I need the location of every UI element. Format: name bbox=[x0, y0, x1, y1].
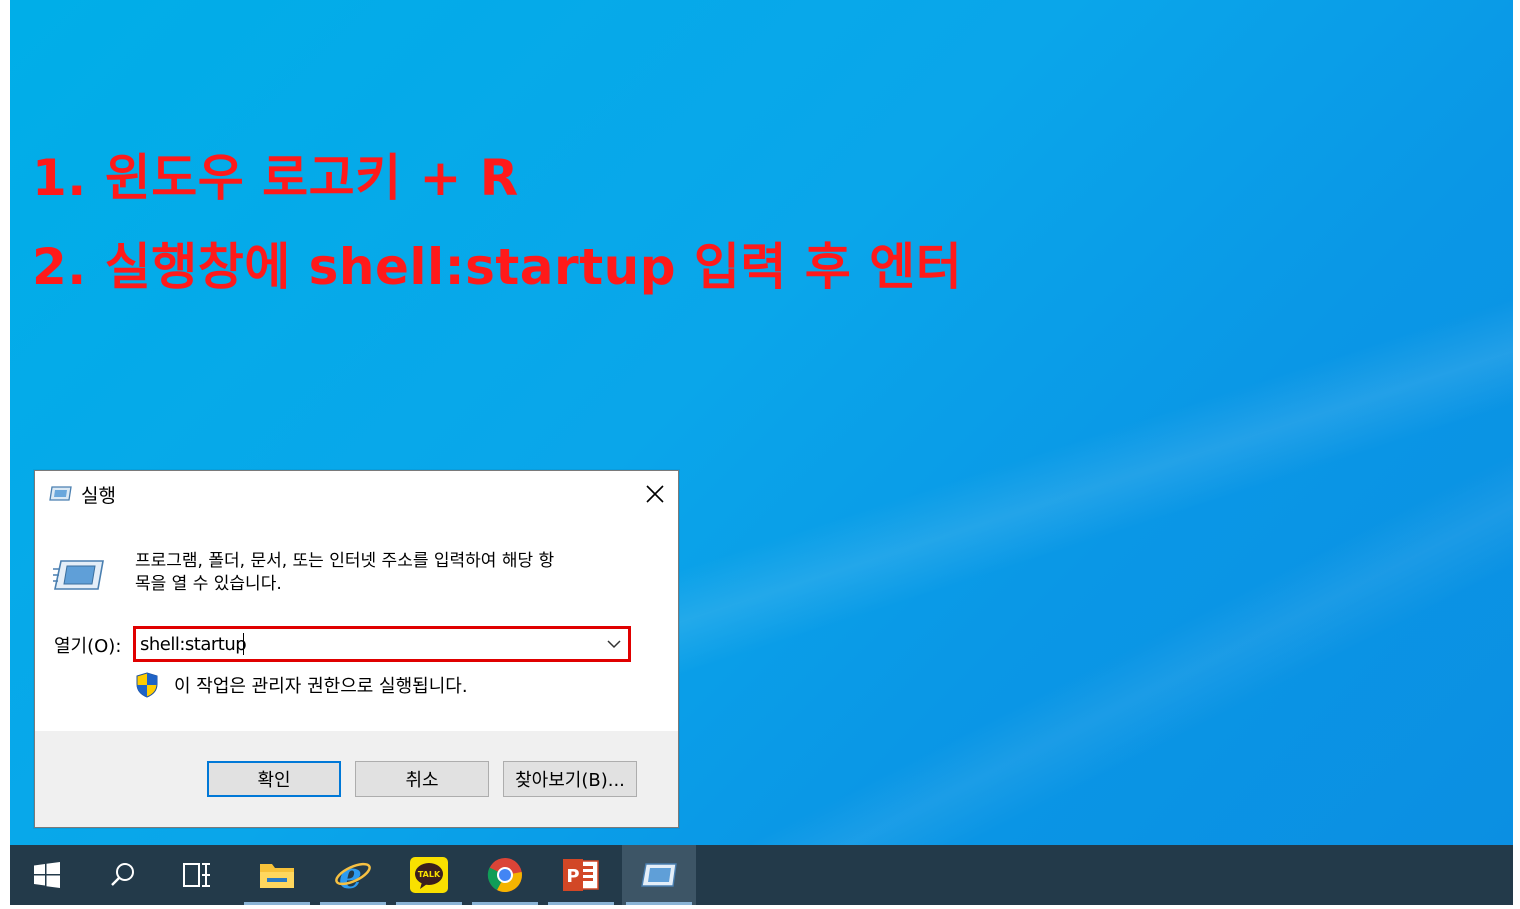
kakaotalk-badge: TALK bbox=[418, 870, 441, 879]
kakaotalk-icon: TALK bbox=[410, 857, 448, 893]
powerpoint-icon: P bbox=[563, 859, 599, 891]
dialog-description: 프로그램, 폴더, 문서, 또는 인터넷 주소를 입력하여 해당 항 목을 열 … bbox=[135, 550, 645, 596]
search-icon bbox=[111, 863, 134, 886]
dialog-button-bar: 확인 취소 찾아보기(B)... bbox=[35, 731, 678, 827]
admin-note: 이 작업은 관리자 권한으로 실행됩니다. bbox=[174, 676, 468, 697]
screen-edge bbox=[0, 905, 1520, 909]
taskbar-run[interactable] bbox=[622, 845, 696, 905]
close-button[interactable] bbox=[632, 471, 678, 517]
ie-icon: e bbox=[335, 857, 371, 893]
powerpoint-badge: P bbox=[566, 866, 579, 887]
run-large-icon bbox=[53, 560, 104, 590]
description-line: 목을 열 수 있습니다. bbox=[135, 574, 282, 594]
open-input[interactable] bbox=[140, 629, 600, 659]
chevron-down-icon[interactable] bbox=[606, 636, 622, 652]
instruction-step-1: 1. 윈도우 로고키 + R bbox=[32, 149, 519, 207]
taskbar-powerpoint[interactable]: P bbox=[544, 845, 618, 905]
text-caret bbox=[243, 633, 244, 655]
taskbar-internet-explorer[interactable]: e bbox=[316, 845, 390, 905]
run-dialog: 실행 프로그램, 폴더, 문서, 또는 인터넷 주소를 입력하여 해당 항 목을… bbox=[34, 470, 679, 828]
dialog-titlebar[interactable]: 실행 bbox=[35, 471, 678, 518]
run-icon bbox=[641, 863, 677, 887]
description-line: 프로그램, 폴더, 문서, 또는 인터넷 주소를 입력하여 해당 항 bbox=[135, 551, 555, 571]
folder-icon bbox=[260, 864, 294, 888]
start-button[interactable] bbox=[10, 845, 84, 905]
taskbar-file-explorer[interactable] bbox=[240, 845, 314, 905]
browse-button[interactable]: 찾아보기(B)... bbox=[503, 761, 637, 797]
close-icon bbox=[646, 485, 664, 503]
cancel-button[interactable]: 취소 bbox=[355, 761, 489, 797]
ok-button[interactable]: 확인 bbox=[207, 761, 341, 797]
uac-shield-icon bbox=[136, 672, 158, 698]
task-view-button[interactable] bbox=[160, 845, 234, 905]
dialog-title: 실행 bbox=[81, 485, 116, 507]
search-button[interactable] bbox=[86, 845, 160, 905]
open-label: 열기(O): bbox=[54, 636, 122, 657]
run-icon bbox=[49, 486, 72, 501]
windows-logo-icon bbox=[34, 862, 60, 888]
instruction-step-2: 2. 실행창에 shell:startup 입력 후 엔터 bbox=[32, 238, 963, 296]
taskbar: e TALK P bbox=[10, 845, 1513, 905]
open-combobox[interactable] bbox=[133, 626, 631, 662]
taskbar-chrome[interactable] bbox=[468, 845, 542, 905]
svg-text:e: e bbox=[339, 857, 362, 893]
taskbar-kakaotalk[interactable]: TALK bbox=[392, 845, 466, 905]
chrome-icon bbox=[487, 858, 522, 892]
task-view-icon bbox=[183, 863, 210, 887]
